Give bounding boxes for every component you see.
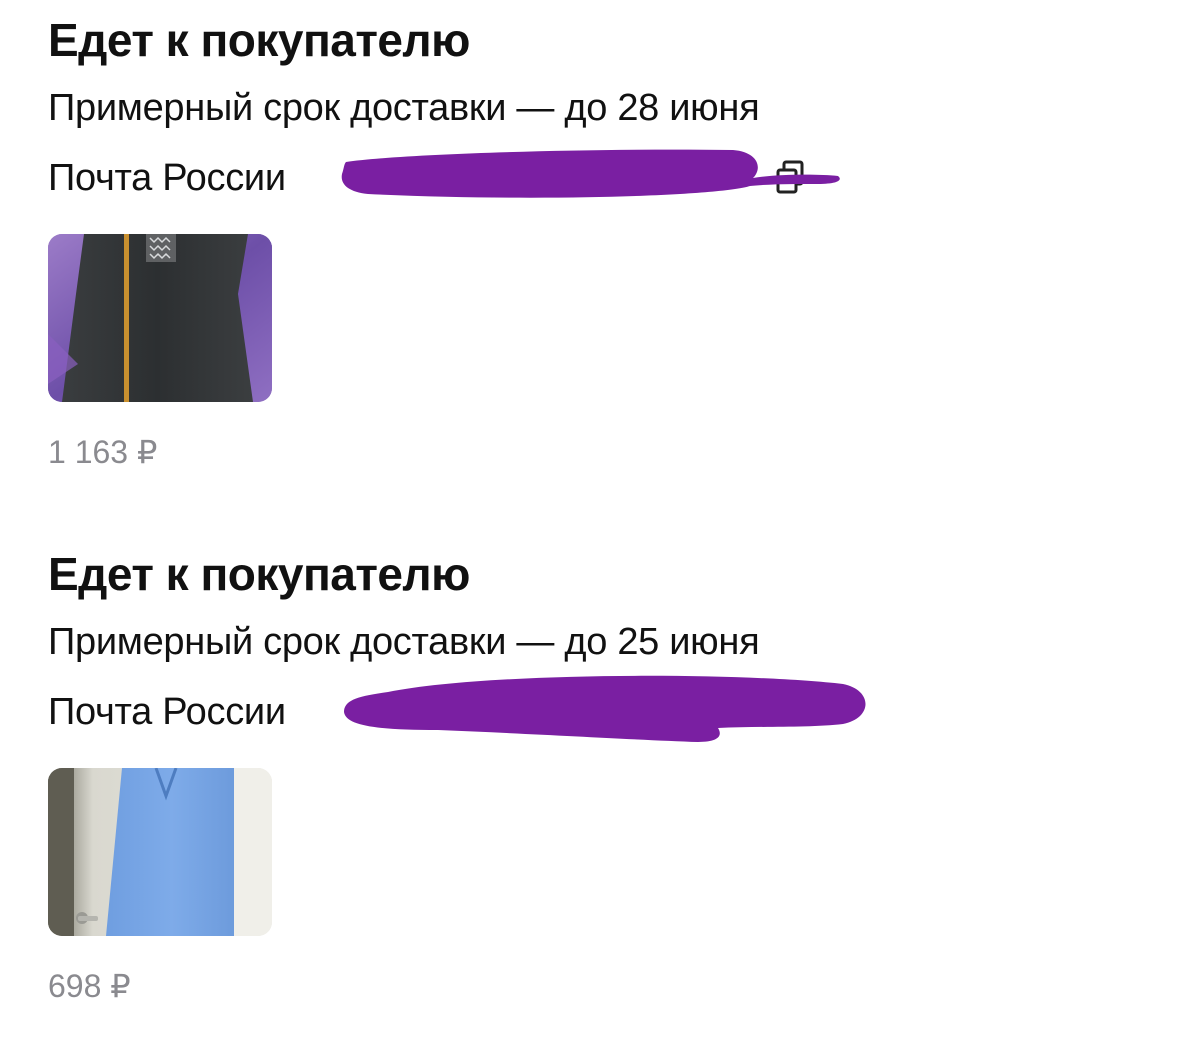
item-price: 698 ₽	[48, 968, 131, 1004]
order-card-2[interactable]: Едет к покупателю Примерный срок доставк…	[48, 546, 1148, 1006]
delivery-estimate: Примерный срок доставки — до 28 июня	[48, 87, 760, 129]
item-price: 1 163 ₽	[48, 434, 158, 470]
tracking-number-redaction	[341, 149, 840, 198]
carrier-name: Почта России	[48, 157, 286, 199]
carrier-row: Почта России	[48, 149, 1148, 202]
order-card-1[interactable]: Едет к покупателю Примерный срок доставк…	[48, 12, 1148, 472]
item-photo-black-dress[interactable]	[48, 234, 272, 402]
order-status: Едет к покупателю	[48, 548, 470, 600]
carrier-row: Почта России	[48, 675, 1148, 742]
order-status: Едет к покупателю	[48, 14, 470, 66]
item-photo-blue-dress[interactable]	[48, 768, 272, 936]
delivery-estimate: Примерный срок доставки — до 25 июня	[48, 621, 760, 663]
tracking-number-redaction	[344, 675, 866, 742]
carrier-name: Почта России	[48, 691, 286, 733]
